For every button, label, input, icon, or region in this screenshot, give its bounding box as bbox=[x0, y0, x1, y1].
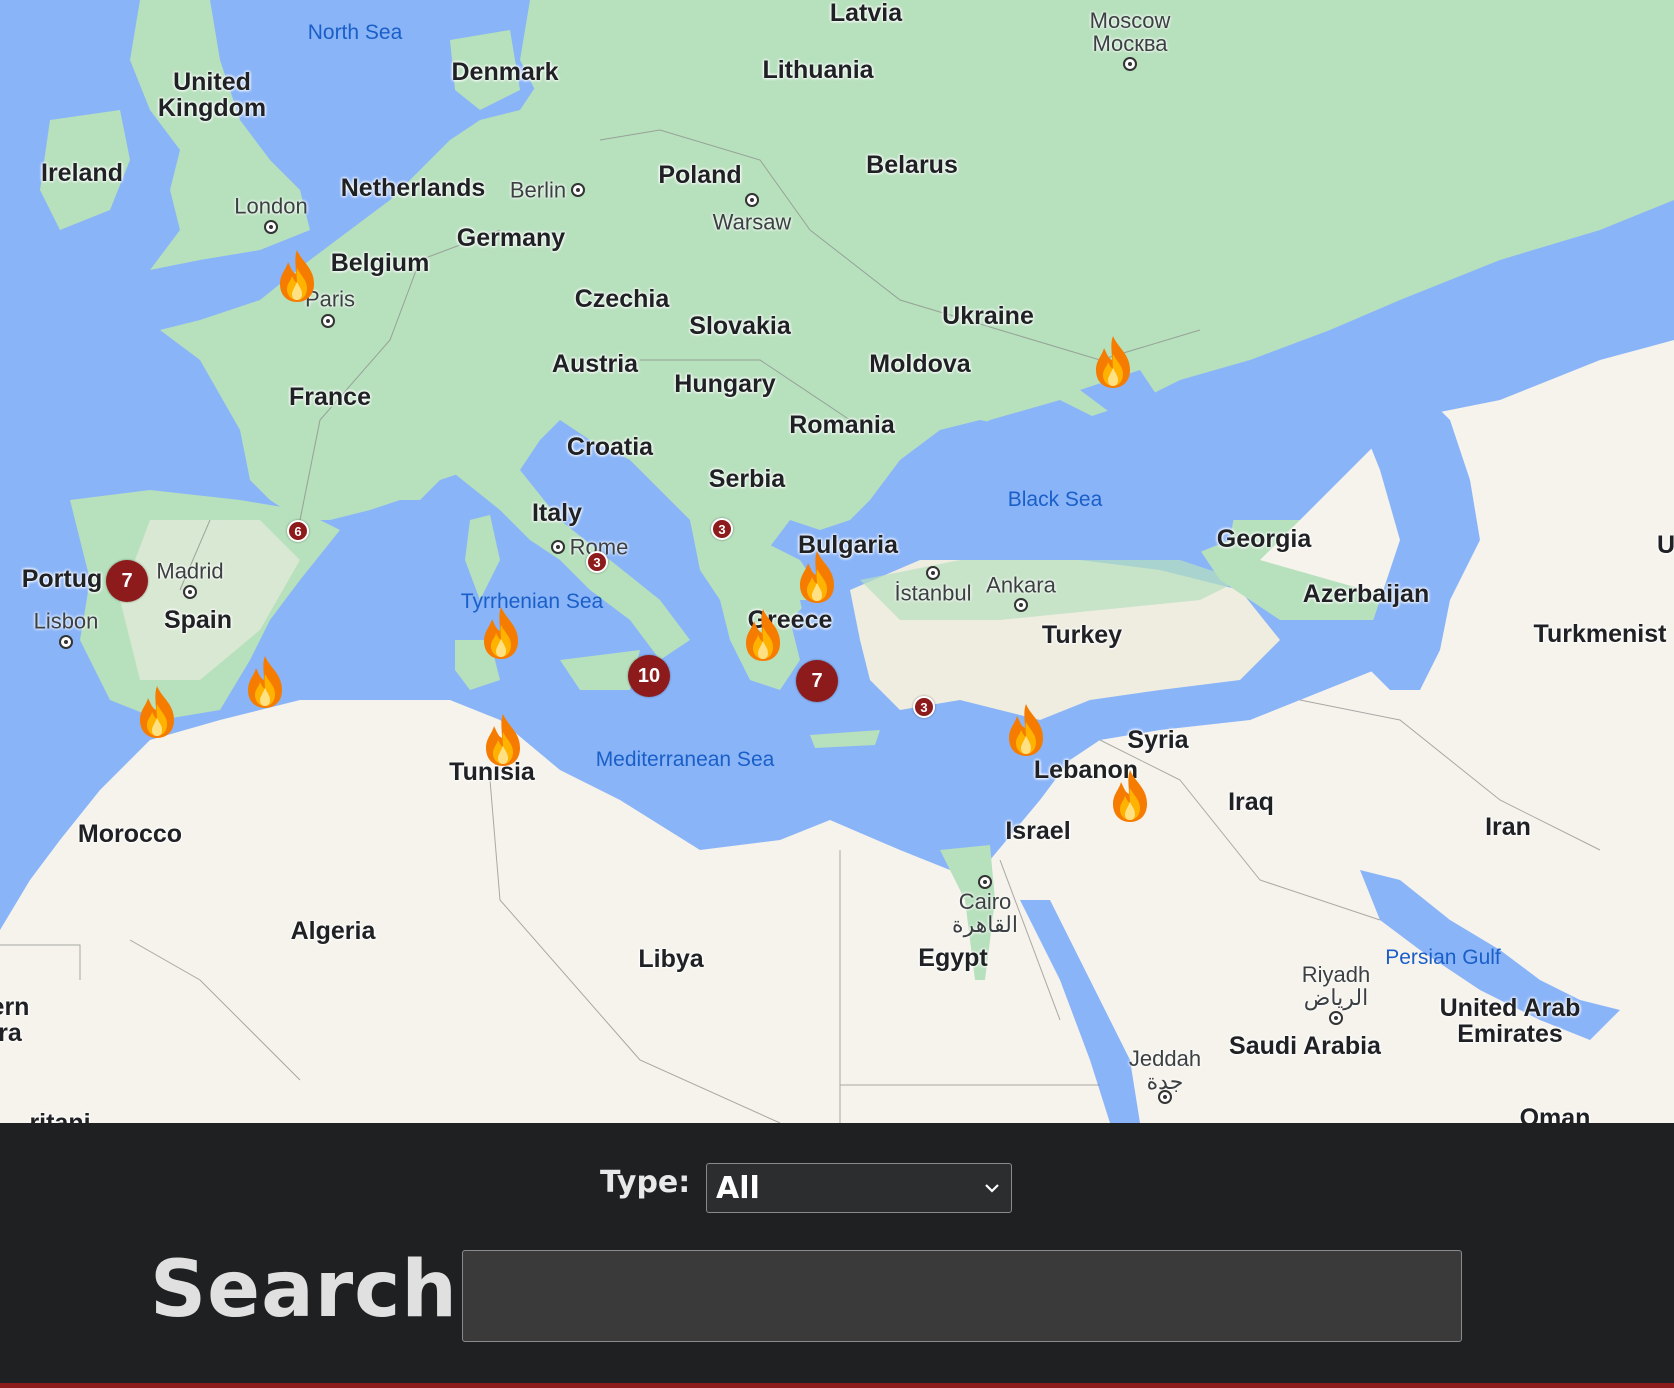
chevron-down-icon bbox=[985, 1184, 999, 1193]
london-dot bbox=[264, 220, 278, 234]
type-label: Type: bbox=[600, 1165, 691, 1200]
paris-dot bbox=[321, 314, 335, 328]
fire-icon[interactable] bbox=[274, 248, 320, 304]
search-input[interactable] bbox=[462, 1250, 1462, 1342]
portugal-cluster[interactable]: 7 bbox=[106, 560, 148, 602]
fire-icon[interactable] bbox=[794, 549, 840, 605]
fire-icon[interactable] bbox=[478, 605, 524, 661]
fire-icon[interactable] bbox=[1090, 334, 1136, 390]
fire-icon[interactable] bbox=[1107, 768, 1153, 824]
greece-cluster[interactable]: 7 bbox=[796, 660, 838, 702]
fire-icon[interactable] bbox=[242, 654, 288, 710]
map[interactable]: United Kingdom Ireland Denmark Latvia Lithua… bbox=[0, 0, 1674, 1123]
lisbon-dot bbox=[59, 635, 73, 649]
cairo-dot bbox=[978, 875, 992, 889]
rome-cluster[interactable]: 3 bbox=[586, 551, 608, 573]
france-cluster[interactable]: 6 bbox=[287, 520, 309, 542]
rome-dot bbox=[551, 540, 565, 554]
turkey-cluster[interactable]: 3 bbox=[913, 696, 935, 718]
fire-icon[interactable] bbox=[1003, 702, 1049, 758]
search-label: Search bbox=[150, 1245, 458, 1335]
madrid-dot bbox=[183, 585, 197, 599]
berlin-dot bbox=[571, 183, 585, 197]
fire-icon[interactable] bbox=[480, 712, 526, 768]
riyadh-dot bbox=[1329, 1011, 1343, 1025]
fire-icon[interactable] bbox=[740, 607, 786, 663]
moscow-dot bbox=[1123, 57, 1137, 71]
bottom-accent-bar bbox=[0, 1383, 1674, 1388]
fire-icon[interactable] bbox=[134, 684, 180, 740]
albania-cluster[interactable]: 3 bbox=[711, 518, 733, 540]
jeddah-dot bbox=[1158, 1090, 1172, 1104]
istanbul-dot bbox=[926, 566, 940, 580]
type-select-value: All bbox=[716, 1170, 760, 1206]
ankara-dot bbox=[1014, 598, 1028, 612]
sicily-cluster[interactable]: 10 bbox=[628, 655, 670, 697]
type-select[interactable]: All bbox=[706, 1163, 1012, 1213]
warsaw-dot bbox=[745, 193, 759, 207]
